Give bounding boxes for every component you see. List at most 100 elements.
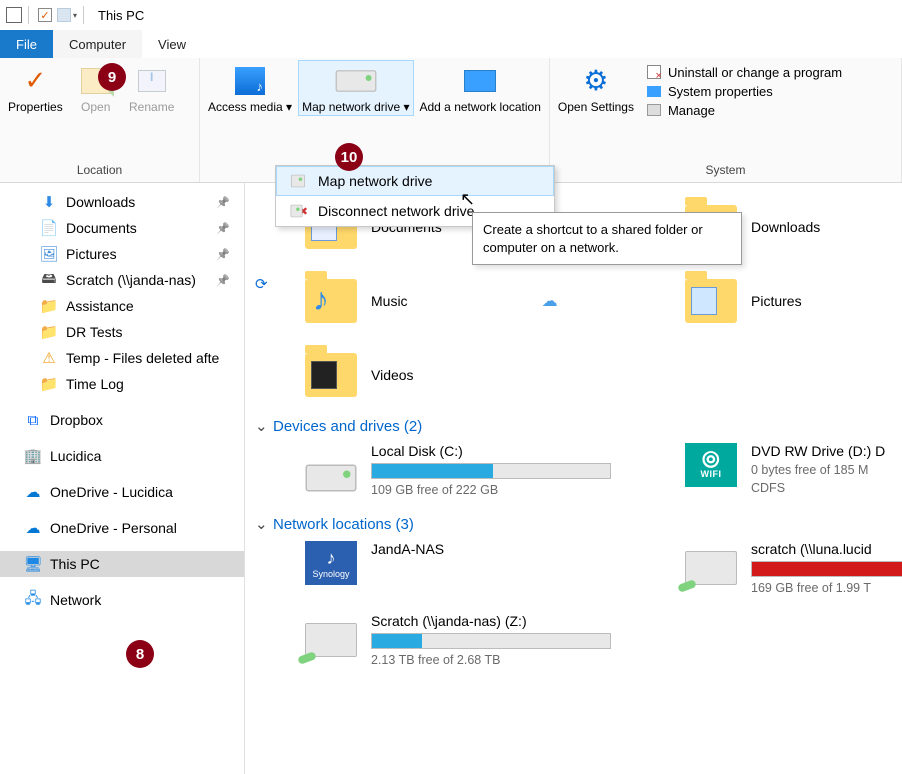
access-media-label: Access media ▾ [208,101,292,115]
dropdown-map-drive[interactable]: Map network drive [276,166,554,196]
sidebar-item-downloads[interactable]: ⬇Downloads [0,189,244,215]
map-drive-label: Map network drive ▾ [302,101,409,115]
drive-local-c[interactable]: Local Disk (C:) 109 GB free of 222 GB [305,443,685,497]
annotation-badge-9: 9 [98,63,126,91]
tab-view[interactable]: View [142,30,202,58]
refresh-icon[interactable]: ⟳ [255,275,268,293]
section-network-header[interactable]: ⌄ Network locations (3) [255,515,902,533]
group-system-label: System [554,160,897,182]
folder-icon: 📁 [40,297,58,315]
properties-label: Properties [8,101,63,115]
netloc-name: Scratch (\\janda-nas) (Z:) [371,613,611,629]
tab-computer[interactable]: Computer [53,30,142,58]
folder-label: Videos [371,367,414,383]
folder-videos[interactable]: Videos [305,353,685,397]
onedrive-icon: ☁ [24,483,42,501]
sidebar-item-scratch-nas[interactable]: 🖴Scratch (\\janda-nas) [0,267,244,293]
add-network-location-button[interactable]: Add a network location [416,60,545,115]
synology-icon: ♪Synology [305,541,357,585]
rename-button[interactable]: Rename [125,60,179,115]
qat-new-button[interactable]: ▾ [57,5,77,25]
manage-link[interactable]: Manage [646,102,842,118]
drive-name: Local Disk (C:) [371,443,611,459]
sidebar-item-pictures[interactable]: 🖼Pictures [0,241,244,267]
sidebar-item-documents[interactable]: 📄Documents [0,215,244,241]
system-properties-link[interactable]: System properties [646,83,842,99]
sidebar-root-lucidica[interactable]: 🏢Lucidica [0,443,244,469]
tab-file[interactable]: File [0,30,53,58]
tooltip-text: Create a shortcut to a shared folder or … [483,222,703,255]
system-menu-icon[interactable] [6,7,22,23]
sidebar-item-time-log[interactable]: 📁Time Log [0,371,244,397]
open-settings-label: Open Settings [558,101,634,115]
section-devices-header[interactable]: ⌄ Devices and drives (2) [255,417,902,435]
folder-music[interactable]: ♪ Music ☁ [305,279,685,323]
sidebar-root-dropbox[interactable]: ⧉Dropbox [0,407,244,433]
drive-icon [288,173,308,189]
properties-button[interactable]: ✓ Properties [4,60,67,115]
map-network-drive-button[interactable]: Map network drive ▾ [298,60,413,116]
folder-icon [305,353,357,397]
monitor-icon [464,70,496,92]
sidebar-item-assistance[interactable]: 📁Assistance [0,293,244,319]
dropdown-disconnect-label: Disconnect network drive [318,203,474,219]
annotation-badge-8: 8 [126,640,154,668]
disconnect-drive-icon: ✖ [288,203,308,219]
rename-label: Rename [129,101,174,115]
download-icon: ⬇ [40,193,58,211]
folder-icon: 📁 [40,323,58,341]
netloc-capacity-text: 169 GB free of 1.99 T [751,581,902,595]
open-settings-button[interactable]: ⚙ Open Settings [554,60,638,115]
add-location-label: Add a network location [420,101,541,115]
chevron-down-icon: ⌄ [255,515,267,533]
qat-properties-button[interactable]: ✓ [35,5,55,25]
netloc-scratch-z[interactable]: Scratch (\\janda-nas) (Z:) 2.13 TB free … [305,613,685,667]
network-drive-icon: 🖴 [40,271,58,289]
netloc-janda-nas[interactable]: ♪Synology JandA-NAS [305,541,685,595]
netloc-capacity-text: 2.13 TB free of 2.68 TB [371,653,611,667]
sidebar-root-onedrive-lucidica[interactable]: ☁OneDrive - Lucidica [0,479,244,505]
folder-icon: ♪ [305,279,357,323]
annotation-badge-10: 10 [335,143,363,171]
onedrive-icon: ☁ [24,519,42,537]
drive-icon [335,70,376,92]
drive-fs-text: CDFS [751,481,885,495]
wifi-disc-icon: ⦾WIFI [685,443,737,487]
drive-capacity-text: 0 bytes free of 185 M [751,463,885,477]
folder-label: Music [371,293,408,309]
folder-icon: 📁 [40,375,58,393]
open-label: Open [81,101,110,115]
section-network-label: Network locations (3) [273,516,414,533]
capacity-bar [751,561,902,577]
sidebar-item-dr-tests[interactable]: 📁DR Tests [0,319,244,345]
hdd-icon [305,443,357,487]
drive-dvd-d[interactable]: ⦾WIFI DVD RW Drive (D:) D 0 bytes free o… [685,443,902,497]
sidebar-root-network[interactable]: 🖧Network [0,587,244,613]
chevron-down-icon: ⌄ [255,417,267,435]
folder-label: Downloads [751,219,820,235]
sidebar-root-this-pc[interactable]: 🖥This PC [0,551,244,577]
uninstall-icon [647,65,661,79]
system-props-icon [647,86,661,97]
content-pane[interactable]: ⟳ Documents ☁ ⬇ Downloads ♪ Music ☁ Pict… [245,183,902,774]
uninstall-program-link[interactable]: Uninstall or change a program [646,64,842,80]
manage-icon [647,104,661,116]
uninstall-label: Uninstall or change a program [668,65,842,80]
manage-label: Manage [668,103,715,118]
building-icon: 🏢 [24,447,42,465]
tooltip: Create a shortcut to a shared folder or … [472,212,742,265]
sidebar-root-onedrive-personal[interactable]: ☁OneDrive - Personal [0,515,244,541]
access-media-button[interactable]: Access media ▾ [204,60,296,115]
folder-pictures[interactable]: Pictures [685,279,902,323]
capacity-bar [371,463,611,479]
netloc-scratch-luna[interactable]: scratch (\\luna.lucid 169 GB free of 1.9… [685,541,902,595]
group-location-label: Location [4,160,195,182]
navigation-pane[interactable]: ⬇Downloads 📄Documents 🖼Pictures 🖴Scratch… [0,183,245,774]
pictures-icon: 🖼 [40,245,58,263]
folder-label: Pictures [751,293,802,309]
sidebar-item-temp[interactable]: ⚠Temp - Files deleted afte [0,345,244,371]
folder-icon [685,279,737,323]
title-bar: ✓ ▾ This PC [0,0,902,30]
dropbox-icon: ⧉ [24,411,42,429]
drive-name: DVD RW Drive (D:) D [751,443,885,459]
